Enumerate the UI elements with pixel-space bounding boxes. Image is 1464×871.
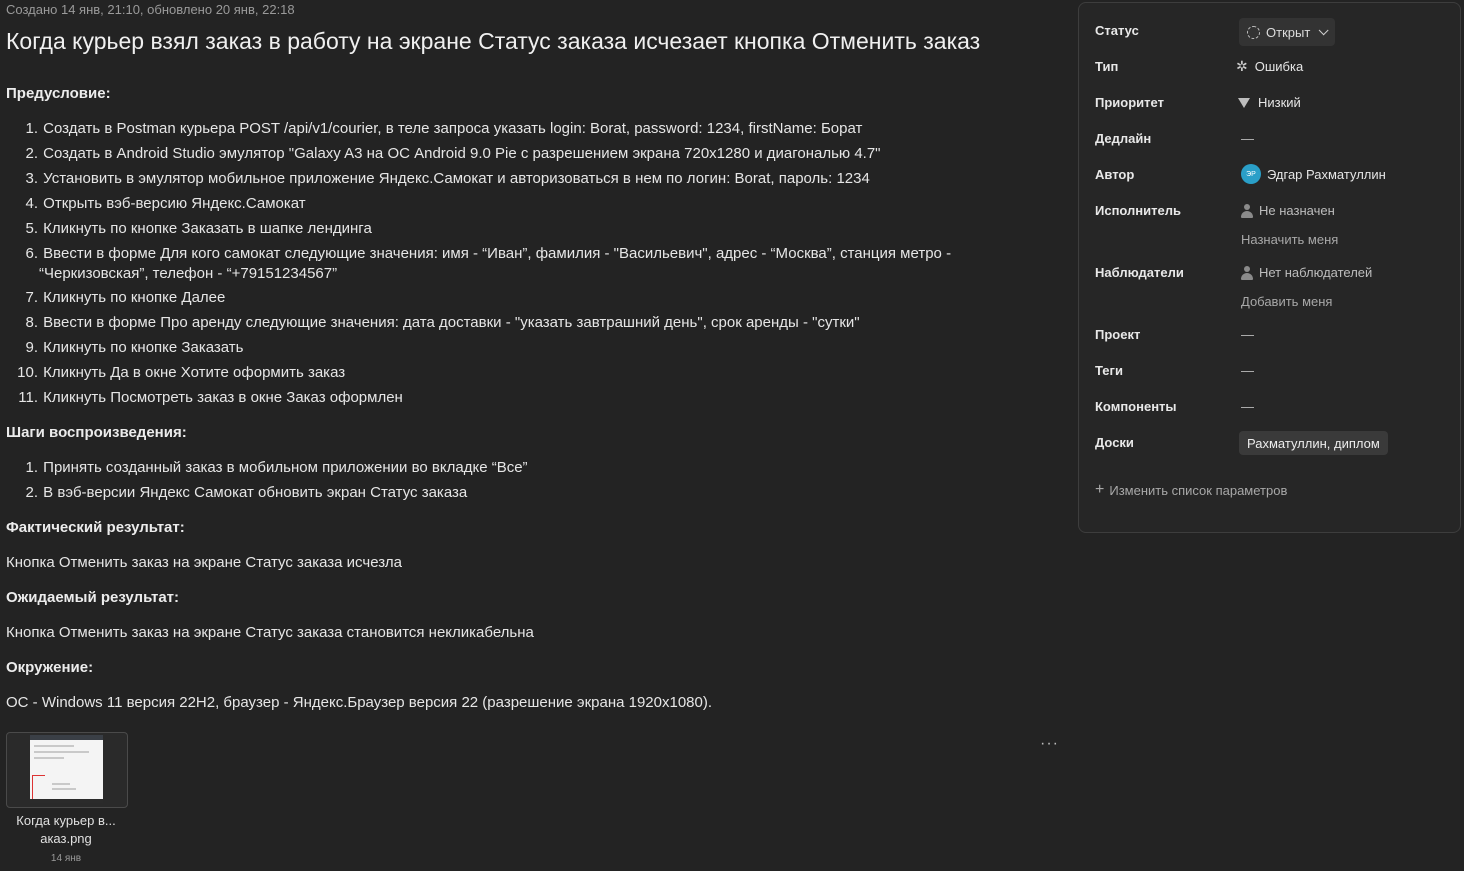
actual-text: Кнопка Отменить заказ на экране Статус з…: [6, 554, 403, 571]
add-me-link[interactable]: Добавить меня: [1241, 294, 1332, 309]
components-label: Компоненты: [1095, 399, 1177, 414]
list-item: 9. Кликнуть по кнопке Заказать: [25, 339, 244, 356]
list-item: 10. Кликнуть Да в окне Хотите оформить з…: [17, 364, 346, 381]
env-heading: Окружение:: [6, 659, 94, 676]
list-item: 2. В вэб-версии Яндекс Самокат обновить …: [25, 484, 468, 501]
precondition-heading: Предусловие:: [6, 85, 111, 102]
attachment-preview: [30, 735, 103, 803]
priority-value[interactable]: Низкий: [1238, 95, 1301, 110]
author-value[interactable]: ЭР Эдгар Рахматуллин: [1241, 164, 1386, 184]
issue-params-panel: Статус Открыт Тип ✲ Ошибка Приоритет Низ…: [1078, 2, 1461, 533]
expected-text: Кнопка Отменить заказ на экране Статус з…: [6, 624, 534, 641]
assign-me-link[interactable]: Назначить меня: [1241, 232, 1338, 247]
avatar: ЭР: [1241, 164, 1261, 184]
actual-heading: Фактический результат:: [6, 519, 185, 536]
bug-icon: ✲: [1236, 58, 1248, 74]
status-circle-icon: [1247, 25, 1260, 39]
assignee-label: Исполнитель: [1095, 203, 1181, 218]
status-value: Открыт: [1266, 24, 1311, 40]
status-dropdown[interactable]: Открыт: [1239, 18, 1336, 46]
watchers-value[interactable]: Нет наблюдателей: [1241, 265, 1372, 280]
change-params-button[interactable]: + Изменить список параметров: [1095, 481, 1287, 499]
tags-value[interactable]: —: [1241, 363, 1254, 378]
list-item: 1. Создать в Postman курьера POST /api/v…: [25, 120, 863, 137]
tags-label: Теги: [1095, 363, 1123, 378]
env-text: ОС - Windows 11 версия 22H2, браузер - Я…: [6, 694, 713, 711]
author-label: Автор: [1095, 167, 1135, 182]
priority-low-icon: [1238, 97, 1250, 108]
list-item: 1. Принять созданный заказ в мобильном п…: [25, 459, 528, 476]
chevron-down-icon: [1318, 24, 1329, 35]
priority-label: Приоритет: [1095, 95, 1164, 110]
list-item: 3. Установить в эмулятор мобильное прило…: [25, 170, 870, 187]
steps-heading: Шаги воспроизведения:: [6, 424, 187, 441]
user-icon: [1241, 265, 1253, 280]
board-tag[interactable]: Рахматуллин, диплом: [1239, 431, 1388, 455]
expected-heading: Ожидаемый результат:: [6, 589, 180, 606]
plus-icon: +: [1095, 481, 1105, 498]
list-item: 11. Кликнуть Посмотреть заказ в окне Зак…: [18, 389, 403, 406]
project-value[interactable]: —: [1241, 327, 1254, 342]
deadline-label: Дедлайн: [1095, 131, 1152, 146]
issue-meta: Создано 14 янв, 21:10, обновлено 20 янв,…: [6, 2, 295, 17]
watchers-label: Наблюдатели: [1095, 265, 1184, 280]
user-icon: [1241, 203, 1253, 218]
more-actions-icon[interactable]: ···: [1040, 735, 1059, 753]
attachment-thumbnail[interactable]: [6, 732, 128, 808]
list-item: 7. Кликнуть по кнопке Далее: [25, 289, 226, 306]
list-item: 5. Кликнуть по кнопке Заказать в шапке л…: [25, 220, 372, 237]
type-label: Тип: [1095, 59, 1119, 74]
list-item: 6. Ввести в форме Для кого самокат следу…: [25, 245, 952, 282]
issue-title[interactable]: Когда курьер взял заказ в работу на экра…: [6, 28, 980, 55]
attachment-name[interactable]: Когда курьер в... аказ.png: [6, 812, 126, 848]
boards-label: Доски: [1095, 435, 1134, 450]
assignee-value[interactable]: Не назначен: [1241, 203, 1335, 218]
status-label: Статус: [1095, 23, 1139, 38]
list-item: 8. Ввести в форме Про аренду следующие з…: [25, 314, 860, 331]
attachment-date: 14 янв: [50, 853, 82, 864]
deadline-value[interactable]: —: [1241, 131, 1254, 146]
list-item: 4. Открыть вэб-версию Яндекс.Самокат: [25, 195, 306, 212]
components-value[interactable]: —: [1241, 399, 1254, 414]
project-label: Проект: [1095, 327, 1141, 342]
list-item: 2. Создать в Android Studio эмулятор "Ga…: [25, 145, 881, 162]
type-value[interactable]: ✲ Ошибка: [1236, 58, 1303, 75]
